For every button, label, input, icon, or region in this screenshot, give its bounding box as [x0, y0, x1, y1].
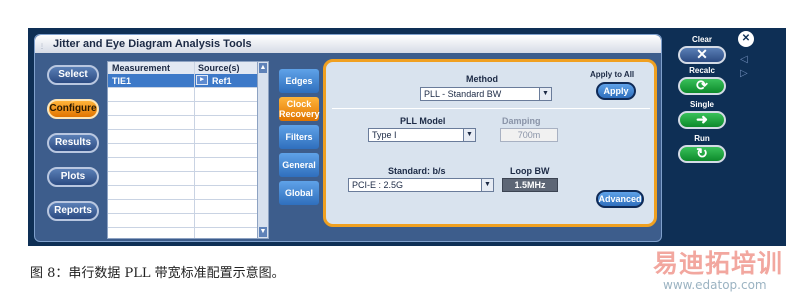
standard-value: PCI-E : 2.5G — [352, 180, 404, 190]
pll-model-label: PLL Model — [400, 116, 446, 126]
table-row-empty[interactable] — [108, 186, 260, 200]
loop-icon: ↻ — [696, 145, 708, 161]
table-row-empty[interactable] — [108, 102, 260, 116]
reports-button[interactable]: Reports — [47, 201, 99, 221]
apply-button[interactable]: Apply — [596, 82, 636, 100]
measurement-table: Measurement Source(s) TIE1 ▸ Ref1 — [107, 61, 261, 239]
tab-clock-recovery-line2: Recovery — [279, 109, 320, 119]
nav-right-icon[interactable]: ▷ — [740, 68, 748, 79]
close-x-icon: ✕ — [696, 46, 708, 62]
table-header: Measurement Source(s) — [108, 62, 260, 74]
watermark-logo: 易迪拓培训 — [653, 249, 784, 278]
divider — [332, 108, 650, 109]
clock-recovery-panel: Method PLL - Standard BW ▼ Apply to All … — [323, 59, 657, 227]
watermark-url: www.edatop.com — [663, 278, 767, 292]
plots-button[interactable]: Plots — [47, 167, 99, 187]
single-button[interactable]: ➜ — [678, 111, 726, 129]
tab-clock-recovery[interactable]: Clock Recovery — [279, 97, 320, 121]
table-row-empty[interactable] — [108, 130, 260, 144]
app-screenshot: ⋮ Jitter and Eye Diagram Analysis Tools … — [28, 28, 786, 246]
recalc-button[interactable]: ⟳ — [678, 77, 726, 95]
table-row-empty[interactable] — [108, 172, 260, 186]
title-bar: ⋮ Jitter and Eye Diagram Analysis Tools — [35, 35, 661, 53]
column-divider — [194, 62, 195, 238]
recalc-label: Recalc — [689, 66, 715, 75]
standard-label: Standard: b/s — [388, 166, 446, 176]
clear-button[interactable]: ✕ — [678, 46, 726, 64]
grip-icon: ⋮ — [39, 44, 46, 50]
pll-model-value: Type I — [372, 130, 397, 140]
refresh-icon: ⟳ — [696, 77, 708, 93]
source-arrow-icon[interactable]: ▸ — [196, 75, 208, 85]
damping-label: Damping — [502, 116, 541, 126]
select-button[interactable]: Select — [47, 65, 99, 85]
table-row[interactable]: TIE1 ▸ Ref1 — [108, 74, 260, 88]
chevron-down-icon: ▼ — [463, 129, 475, 141]
nav-left-icon[interactable]: ◁ — [740, 54, 748, 65]
main-window: ⋮ Jitter and Eye Diagram Analysis Tools … — [34, 34, 662, 242]
standard-select[interactable]: PCI-E : 2.5G ▼ — [348, 178, 494, 192]
scroll-down-icon[interactable]: ▼ — [259, 227, 267, 237]
results-button[interactable]: Results — [47, 133, 99, 153]
measurement-cell: TIE1 — [112, 76, 132, 86]
loop-bw-value: 1.5MHz — [502, 178, 558, 192]
clear-label: Clear — [691, 35, 712, 44]
tab-clock-recovery-line1: Clock — [286, 99, 312, 109]
table-row-empty[interactable] — [108, 200, 260, 214]
table-row-empty[interactable] — [108, 144, 260, 158]
advanced-button[interactable]: Advanced — [596, 190, 644, 208]
configure-button[interactable]: Configure — [47, 99, 99, 119]
close-icon[interactable]: ✕ — [738, 31, 754, 47]
table-row-empty[interactable] — [108, 158, 260, 172]
apply-to-all-label: Apply to All — [590, 70, 635, 79]
loop-bw-label: Loop BW — [510, 166, 550, 176]
source-cell: Ref1 — [212, 76, 232, 86]
method-label: Method — [466, 74, 498, 84]
window-title: Jitter and Eye Diagram Analysis Tools — [53, 38, 252, 50]
table-row-empty[interactable] — [108, 116, 260, 130]
scroll-up-icon[interactable]: ▲ — [259, 63, 267, 73]
chevron-down-icon: ▼ — [481, 179, 493, 191]
arrow-right-icon: ➜ — [696, 111, 708, 127]
table-row-empty[interactable] — [108, 214, 260, 228]
table-row-empty[interactable] — [108, 88, 260, 102]
tab-filters[interactable]: Filters — [279, 125, 319, 149]
column-header-sources: Source(s) — [198, 63, 240, 73]
damping-value[interactable]: 700m — [500, 128, 558, 142]
pll-model-select[interactable]: Type I ▼ — [368, 128, 476, 142]
run-label: Run — [694, 134, 710, 143]
run-button[interactable]: ↻ — [678, 145, 726, 163]
chevron-down-icon: ▼ — [539, 88, 551, 100]
method-value: PLL - Standard BW — [424, 89, 502, 99]
column-header-measurement: Measurement — [112, 63, 171, 73]
tab-edges[interactable]: Edges — [279, 69, 319, 93]
method-select[interactable]: PLL - Standard BW ▼ — [420, 87, 552, 101]
table-scrollbar[interactable]: ▲ ▼ — [257, 61, 269, 239]
tab-general[interactable]: General — [279, 153, 319, 177]
figure-caption: 图 8：串行数据 PLL 带宽标准配置示意图。 — [30, 266, 285, 281]
tab-global[interactable]: Global — [279, 181, 319, 205]
single-label: Single — [689, 100, 714, 109]
